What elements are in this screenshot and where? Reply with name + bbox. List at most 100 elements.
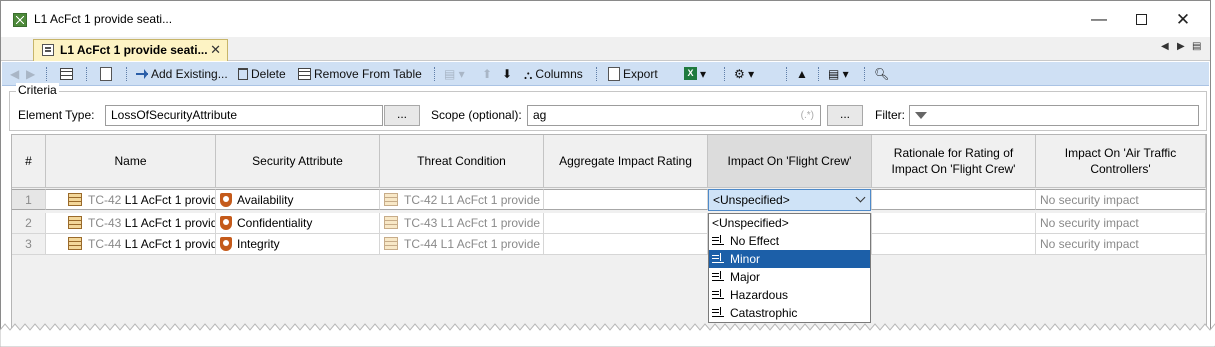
system-block-icon (68, 216, 82, 230)
remove-table-icon (298, 67, 311, 80)
column-header-name[interactable]: Name (46, 135, 216, 188)
forward-arrow-icon[interactable]: ▶ (26, 65, 35, 83)
threat-condition-cell[interactable]: TC-44 L1 AcFct 1 provide s (380, 234, 544, 255)
row-number: 3 (12, 234, 46, 255)
filter-field[interactable] (909, 105, 1199, 126)
name-cell[interactable]: TC-43 L1 AcFct 1 provid (46, 213, 216, 234)
move-up-icon[interactable]: ⬆ (482, 65, 492, 83)
app-window: L1 AcFct 1 provide seati... — ✕ L1 AcFct… (0, 0, 1211, 340)
column-header-security-attribute[interactable]: Security Attribute (216, 135, 380, 188)
tab-prev-button[interactable]: ◀ (1161, 41, 1169, 52)
toolbar: ◀ ▶ Add Existing... Delete Remove From T… (2, 62, 1209, 86)
aggregate-impact-cell[interactable] (544, 234, 708, 255)
shield-icon (220, 236, 232, 251)
impact-atc-cell[interactable]: No security impact (1036, 189, 1206, 210)
name-cell[interactable]: TC-42 L1 AcFct 1 provid (46, 189, 216, 210)
impact-combo-box[interactable]: <Unspecified> (708, 189, 871, 211)
table-row[interactable]: 1 TC-42 L1 AcFct 1 provid Availability T… (12, 189, 1206, 210)
rationale-cell[interactable] (872, 213, 1036, 234)
system-block-icon (384, 237, 398, 251)
delete-button[interactable]: Delete (238, 65, 286, 83)
search-button[interactable]: 🔍︎ (874, 65, 889, 83)
export-button[interactable]: Export (608, 65, 658, 83)
aggregate-impact-cell[interactable] (544, 213, 708, 234)
dropdown-option-catastrophic[interactable]: Catastrophic (709, 304, 870, 322)
tab-close-button[interactable]: ✕ (210, 40, 221, 60)
security-attribute-cell[interactable]: Confidentiality (216, 213, 380, 234)
chevron-up-icon: ▲ (796, 67, 808, 81)
impact-dropdown-list: <Unspecified> No Effect Minor Major Haza… (708, 213, 871, 323)
columns-icon: ⛬ (524, 67, 533, 82)
title-bar: L1 AcFct 1 provide seati... — ✕ (1, 1, 1210, 37)
impact-atc-cell[interactable]: No security impact (1036, 234, 1206, 255)
tab-next-button[interactable]: ▶ (1177, 41, 1185, 52)
collapse-button[interactable]: ▲ (796, 65, 808, 83)
numbering-icon[interactable]: ▤ ▾ (444, 65, 465, 83)
dropdown-option-minor[interactable]: Minor (709, 250, 870, 268)
element-type-label: Element Type: (18, 108, 95, 122)
maximize-icon (1135, 14, 1147, 26)
column-header-rationale-flight-crew[interactable]: Rationale for Rating of Impact On 'Fligh… (872, 135, 1036, 188)
table-row[interactable]: 3 TC-44 L1 AcFct 1 provid Integrity TC-4… (12, 234, 1206, 255)
move-down-icon[interactable]: ⬇ (502, 65, 512, 83)
regex-icon[interactable]: (.*) (801, 106, 814, 125)
table-icon (42, 44, 54, 56)
maximize-button[interactable] (1121, 7, 1161, 33)
rationale-cell[interactable] (872, 189, 1036, 210)
tab-list-button[interactable]: ▤ (1192, 41, 1201, 52)
security-attribute-cell[interactable]: Availability (216, 189, 380, 210)
add-existing-button[interactable]: Add Existing... (136, 65, 228, 83)
dropdown-option-no-effect[interactable]: No Effect (709, 232, 870, 250)
system-block-icon (68, 193, 82, 207)
back-arrow-icon[interactable]: ◀ (10, 65, 19, 83)
system-block-icon (68, 237, 82, 251)
excel-icon: X (684, 67, 697, 81)
excel-export-button[interactable]: X ▾ (684, 65, 706, 83)
system-block-icon (384, 216, 398, 230)
layout-icon: ▤ (828, 67, 840, 81)
impact-atc-cell[interactable]: No security impact (1036, 213, 1206, 234)
close-window-button[interactable]: ✕ (1163, 7, 1203, 33)
system-block-icon (384, 193, 398, 207)
dropdown-option-major[interactable]: Major (709, 268, 870, 286)
torn-edge (0, 323, 1215, 347)
add-arrow-icon (136, 68, 148, 80)
settings-gear-button[interactable]: ⚙ ▾ (734, 65, 754, 83)
column-header-impact-atc[interactable]: Impact On 'Air Traffic Controllers' (1036, 135, 1206, 188)
filter-label: Filter: (875, 108, 905, 122)
element-type-field[interactable]: LossOfSecurityAttribute (105, 105, 383, 126)
columns-button[interactable]: ⛬ Columns (524, 65, 583, 83)
shield-icon (220, 192, 232, 207)
app-icon (13, 13, 27, 27)
rationale-cell[interactable] (872, 234, 1036, 255)
impact-level-icon (712, 234, 724, 245)
dropdown-option-hazardous[interactable]: Hazardous (709, 286, 870, 304)
dropdown-option-unspecified[interactable]: <Unspecified> (709, 214, 870, 232)
edit-icon[interactable] (100, 65, 115, 83)
impact-level-icon (712, 306, 724, 317)
element-type-browse-button[interactable]: ... (384, 105, 420, 126)
name-cell[interactable]: TC-44 L1 AcFct 1 provid (46, 234, 216, 255)
data-table: # Name Security Attribute Threat Conditi… (11, 134, 1207, 339)
criteria-legend: Criteria (16, 83, 59, 97)
layout-button[interactable]: ▤ ▾ (828, 65, 849, 83)
minimize-button[interactable]: — (1079, 7, 1119, 33)
chevron-down-icon[interactable] (855, 192, 866, 203)
column-header-number[interactable]: # (12, 135, 46, 188)
tab-active-table[interactable]: L1 AcFct 1 provide seati... ✕ (33, 39, 228, 61)
column-header-impact-flight-crew[interactable]: Impact On 'Flight Crew' (708, 135, 872, 188)
table-row[interactable]: 2 TC-43 L1 AcFct 1 provid Confidentialit… (12, 213, 1206, 234)
security-attribute-cell[interactable]: Integrity (216, 234, 380, 255)
remove-from-table-button[interactable]: Remove From Table (298, 65, 422, 83)
element-tree-icon[interactable] (60, 65, 76, 83)
threat-condition-cell[interactable]: TC-42 L1 AcFct 1 provide s (380, 189, 544, 210)
scope-field[interactable]: ag (.*) (527, 105, 821, 126)
impact-level-icon (712, 252, 724, 263)
scope-browse-button[interactable]: ... (827, 105, 863, 126)
column-header-aggregate-impact-rating[interactable]: Aggregate Impact Rating (544, 135, 708, 188)
threat-condition-cell[interactable]: TC-43 L1 AcFct 1 provide s (380, 213, 544, 234)
row-number: 2 (12, 213, 46, 234)
aggregate-impact-cell[interactable] (544, 189, 708, 210)
column-header-threat-condition[interactable]: Threat Condition (380, 135, 544, 188)
row-number: 1 (12, 189, 46, 210)
